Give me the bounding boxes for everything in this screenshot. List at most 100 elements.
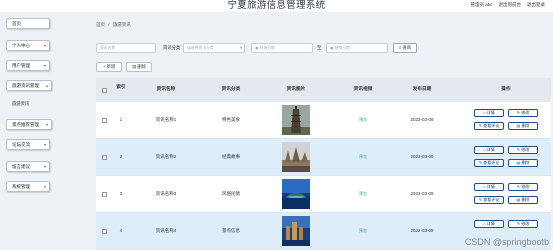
- row-date: 2022-03-09: [410, 154, 434, 159]
- delete-label: 删除: [137, 64, 146, 69]
- row-name: 资讯名称2: [155, 154, 177, 159]
- comments-label: 查看评论: [483, 123, 500, 128]
- table-header: 索引 资讯名称 资讯分类 资讯图片 资讯视频 发布日期 操作: [96, 78, 551, 102]
- delete-button[interactable]: ▤ 删除: [508, 122, 538, 130]
- header-user-area: 管理员 abc 退出到前台 退出登录: [470, 1, 545, 8]
- add-label: 新增: [106, 64, 116, 69]
- edit-label: 修改: [521, 221, 530, 226]
- sidebar-item-label: 论坛交流: [12, 142, 30, 147]
- sidebar-item-label: 旅游资讯管理: [12, 83, 39, 88]
- sidebar-item-feedback[interactable]: 留言建议 ▾: [6, 161, 50, 172]
- delete-label: 删除: [521, 160, 530, 165]
- island-photo[interactable]: [282, 179, 310, 209]
- category-select[interactable]: 请选择资讯分类 ▾: [183, 43, 245, 53]
- sidebar-item-label: 系统管理: [12, 184, 30, 189]
- edit-button[interactable]: ✎ 修改: [508, 109, 538, 117]
- comments-label: 查看评论: [483, 160, 500, 165]
- city-photo[interactable]: [282, 216, 310, 246]
- edit-label: 修改: [521, 110, 530, 115]
- comments-button[interactable]: ✎ 查看评论: [474, 196, 504, 204]
- logout-link[interactable]: 退出登录: [527, 1, 545, 8]
- ruins-photo[interactable]: [282, 142, 310, 172]
- select-all-checkbox[interactable]: [102, 88, 107, 93]
- row-index: 3: [119, 191, 123, 196]
- watermark: CSDN @springbootb: [464, 237, 549, 247]
- row-checkbox[interactable]: [102, 155, 107, 160]
- row-index: 1: [119, 117, 123, 122]
- video-preview-link[interactable]: 预览: [333, 228, 393, 234]
- chevron-up-icon: ▴: [45, 83, 48, 88]
- tower-photo[interactable]: [282, 105, 310, 135]
- comments-button[interactable]: ✎ 查看评论: [474, 159, 504, 167]
- detail-button[interactable]: ⌂ 详情: [474, 183, 504, 191]
- detail-label: 详情: [486, 184, 495, 189]
- delete-button[interactable]: ▤ 删除: [508, 196, 538, 204]
- row-checkbox[interactable]: [102, 229, 107, 234]
- video-preview-link[interactable]: 预览: [333, 117, 393, 123]
- row-date: 2022-03-09: [410, 117, 434, 122]
- sidebar-item-label: 景点推荐管理: [12, 122, 39, 127]
- delete-button[interactable]: ▤ 删除: [508, 159, 538, 167]
- end-date-input[interactable]: ▣ 结束日期: [326, 43, 388, 53]
- detail-button[interactable]: ⌂ 详情: [474, 146, 504, 154]
- start-date-input[interactable]: ▣ 开始日期: [251, 43, 313, 53]
- detail-button[interactable]: ⌂ 详情: [474, 220, 504, 228]
- query-label: 查询: [402, 45, 412, 50]
- sidebar-item-label: 首页: [12, 21, 21, 26]
- detail-button[interactable]: ⌂ 详情: [474, 109, 504, 117]
- sidebar-item-news-mgmt[interactable]: 旅游资讯管理 ▴: [6, 80, 52, 91]
- detail-label: 详情: [486, 110, 495, 115]
- comments-label: 查看评论: [483, 197, 500, 202]
- table-row: 1 资讯名称1 特色美食 预览 2022-03-09 ⌂ 详情 ✎ 修改 ✎ 查…: [96, 102, 551, 139]
- delete-label: 删除: [521, 197, 530, 202]
- sidebar-item-profile[interactable]: 个人中心 ▾: [6, 40, 50, 51]
- detail-label: 详情: [486, 221, 495, 226]
- sidebar-subitem-news[interactable]: 旅游资讯: [12, 101, 29, 107]
- edit-label: 修改: [521, 184, 530, 189]
- row-category: 特色美食: [222, 117, 240, 122]
- batch-delete-button[interactable]: ▤ 删除: [126, 62, 152, 72]
- col-index: 索引: [116, 84, 126, 89]
- chevron-down-icon: ▾: [43, 43, 46, 48]
- col-name: 资讯名称: [156, 86, 176, 91]
- edit-button[interactable]: ✎ 修改: [508, 183, 538, 191]
- sidebar: 首页 个人中心 ▾ 用户管理 ▾ 旅游资讯管理 ▴ 旅游资讯 景点推荐管理 ▾ 论坛交流…: [0, 12, 88, 250]
- table-row: 3 资讯名称3 风俗民情 预览 2022-03-09 ⌂ 详情 ✎ 修改 ✎ 查…: [96, 176, 551, 213]
- chevron-down-icon: ▾: [43, 142, 46, 147]
- add-button[interactable]: + 新增: [96, 62, 122, 72]
- col-date: 发布日期: [412, 86, 432, 91]
- row-category: 景点信息: [222, 228, 240, 233]
- sidebar-item-label: 个人中心: [12, 43, 30, 48]
- sidebar-item-recommend[interactable]: 景点推荐管理 ▾: [6, 119, 52, 130]
- row-name: 资讯名称3: [155, 191, 177, 196]
- chevron-down-icon: ▾: [43, 184, 46, 189]
- edit-button[interactable]: ✎ 修改: [508, 220, 538, 228]
- row-name: 资讯名称1: [155, 117, 177, 122]
- sidebar-item-forum[interactable]: 论坛交流 ▾: [6, 139, 50, 150]
- row-category: 风俗民情: [222, 191, 240, 196]
- sidebar-item-system[interactable]: 系统管理 ▾: [6, 181, 50, 192]
- name-search-input[interactable]: 资讯名称: [96, 43, 156, 53]
- row-date: 2022-03-09: [410, 228, 434, 233]
- edit-button[interactable]: ✎ 修改: [508, 146, 538, 154]
- chevron-down-icon: ▾: [240, 46, 242, 50]
- sidebar-item-home[interactable]: 首页: [6, 18, 50, 29]
- category-placeholder: 请选择资讯分类: [187, 46, 214, 50]
- video-preview-link[interactable]: 预览: [333, 154, 393, 160]
- breadcrumb-home[interactable]: 首页: [96, 22, 105, 27]
- video-preview-link[interactable]: 预览: [333, 191, 393, 197]
- front-link[interactable]: 退出到前台: [499, 1, 522, 8]
- row-category: 经典故事: [222, 154, 240, 159]
- col-image: 资讯图片: [286, 86, 306, 91]
- delete-label: 删除: [521, 123, 530, 128]
- row-checkbox[interactable]: [102, 192, 107, 197]
- row-date: 2022-03-09: [410, 191, 434, 196]
- query-button[interactable]: ⌕ 查询: [393, 43, 417, 53]
- range-separator: 至: [317, 45, 322, 50]
- admin-label: 管理员 abc: [470, 2, 493, 7]
- sidebar-item-users[interactable]: 用户管理 ▾: [6, 60, 50, 71]
- chevron-down-icon: ▾: [43, 63, 46, 68]
- row-index: 4: [119, 228, 123, 233]
- row-checkbox[interactable]: [102, 118, 107, 123]
- comments-button[interactable]: ✎ 查看评论: [474, 122, 504, 130]
